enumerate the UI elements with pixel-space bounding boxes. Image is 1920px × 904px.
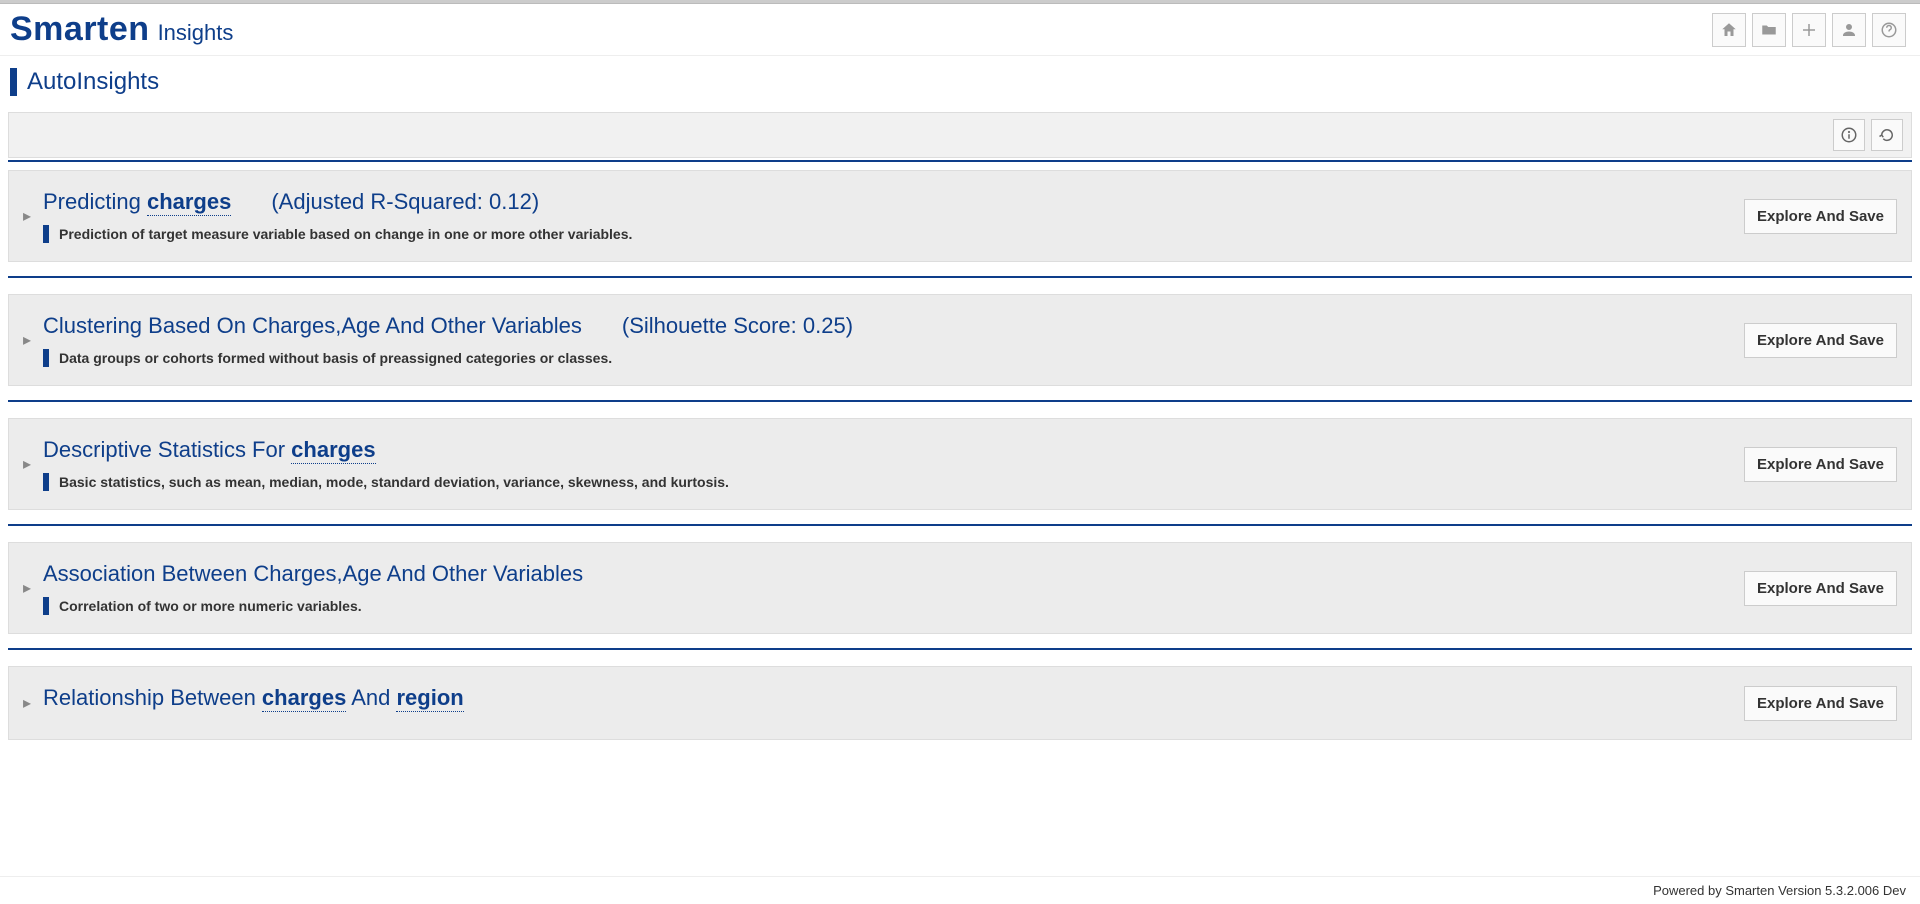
page-title: AutoInsights — [27, 68, 159, 96]
info-button[interactable] — [1833, 119, 1865, 151]
header-actions — [1712, 13, 1906, 47]
card-divider — [8, 524, 1912, 526]
toolbar — [8, 112, 1912, 158]
card-title-row: Association Between Charges,Age And Othe… — [43, 561, 1730, 587]
card-title: Predicting charges — [43, 189, 231, 215]
card-desc: Basic statistics, such as mean, median, … — [59, 474, 729, 490]
expand-toggle[interactable]: ▸ — [17, 206, 37, 226]
card-title: Clustering Based On Charges,Age And Othe… — [43, 313, 582, 339]
folder-icon — [1760, 21, 1778, 39]
expand-toggle[interactable]: ▸ — [17, 454, 37, 474]
card-desc-row: Data groups or cohorts formed without ba… — [43, 349, 1730, 367]
explore-and-save-button[interactable]: Explore And Save — [1744, 323, 1897, 358]
desc-accent — [43, 225, 49, 243]
home-icon — [1720, 21, 1738, 39]
card-desc: Prediction of target measure variable ba… — [59, 226, 632, 242]
card-body: Descriptive Statistics For charges Basic … — [37, 437, 1730, 491]
page-title-row: AutoInsights — [0, 56, 1920, 112]
expand-toggle[interactable]: ▸ — [17, 578, 37, 598]
title-text: Descriptive Statistics For — [43, 437, 291, 462]
card-desc-row: Correlation of two or more numeric varia… — [43, 597, 1730, 615]
card-title-row: Relationship Between charges And region — [43, 685, 1730, 711]
card-body: Predicting charges (Adjusted R-Squared: 0… — [37, 189, 1730, 243]
card-title: Association Between Charges,Age And Othe… — [43, 561, 583, 587]
insight-card: ▸ Clustering Based On Charges,Age And Oth… — [8, 294, 1912, 386]
refresh-icon — [1878, 126, 1896, 144]
insight-card: ▸ Association Between Charges,Age And Oth… — [8, 542, 1912, 634]
title-text: Predicting — [43, 189, 147, 214]
info-icon — [1840, 126, 1858, 144]
title-text: Clustering Based On Charges,Age And Othe… — [43, 313, 582, 338]
title-text: Relationship Between — [43, 685, 262, 710]
card-divider — [8, 276, 1912, 278]
title-variable: charges — [291, 437, 375, 464]
card-title-row: Clustering Based On Charges,Age And Othe… — [43, 313, 1730, 339]
card-body: Association Between Charges,Age And Othe… — [37, 561, 1730, 615]
title-text: Association Between Charges,Age And Othe… — [43, 561, 583, 586]
expand-toggle[interactable]: ▸ — [17, 330, 37, 350]
new-button[interactable] — [1792, 13, 1826, 47]
card-desc: Correlation of two or more numeric varia… — [59, 598, 362, 614]
explore-and-save-button[interactable]: Explore And Save — [1744, 199, 1897, 234]
explore-and-save-button[interactable]: Explore And Save — [1744, 686, 1897, 721]
help-icon — [1880, 21, 1898, 39]
title-text: And — [346, 685, 396, 710]
explore-and-save-button[interactable]: Explore And Save — [1744, 447, 1897, 482]
card-stat: (Adjusted R-Squared: 0.12) — [271, 189, 539, 215]
page-title-accent — [10, 68, 17, 96]
help-button[interactable] — [1872, 13, 1906, 47]
open-button[interactable] — [1752, 13, 1786, 47]
card-divider — [8, 400, 1912, 402]
user-button[interactable] — [1832, 13, 1866, 47]
title-variable: region — [396, 685, 463, 712]
card-title-row: Predicting charges (Adjusted R-Squared: 0… — [43, 189, 1730, 215]
explore-and-save-button[interactable]: Explore And Save — [1744, 571, 1897, 606]
insight-card: ▸ Descriptive Statistics For charges Basic… — [8, 418, 1912, 510]
expand-toggle[interactable]: ▸ — [17, 693, 37, 713]
home-button[interactable] — [1712, 13, 1746, 47]
plus-icon — [1800, 21, 1818, 39]
card-title: Descriptive Statistics For charges — [43, 437, 376, 463]
desc-accent — [43, 597, 49, 615]
insights-list[interactable]: ▸ Predicting charges (Adjusted R-Squared: … — [8, 162, 1912, 876]
card-body: Relationship Between charges And region — [37, 685, 1730, 721]
card-stat: (Silhouette Score: 0.25) — [622, 313, 853, 339]
refresh-button[interactable] — [1871, 119, 1903, 151]
card-divider — [8, 648, 1912, 650]
card-title-row: Descriptive Statistics For charges — [43, 437, 1730, 463]
user-icon — [1840, 21, 1858, 39]
insight-card: ▸ Predicting charges (Adjusted R-Squared: … — [8, 170, 1912, 262]
app-header: Smarten Insights — [0, 4, 1920, 56]
title-variable: charges — [147, 189, 231, 216]
footer: Powered by Smarten Version 5.3.2.006 Dev — [0, 876, 1920, 904]
brand: Smarten Insights — [10, 10, 233, 49]
card-desc-row: Basic statistics, such as mean, median, … — [43, 473, 1730, 491]
card-body: Clustering Based On Charges,Age And Othe… — [37, 313, 1730, 367]
brand-main: Smarten — [10, 10, 150, 49]
card-desc-row: Prediction of target measure variable ba… — [43, 225, 1730, 243]
footer-text: Powered by Smarten Version 5.3.2.006 Dev — [1653, 883, 1906, 898]
title-variable: charges — [262, 685, 346, 712]
brand-sub: Insights — [158, 20, 234, 46]
desc-accent — [43, 473, 49, 491]
desc-accent — [43, 349, 49, 367]
card-desc: Data groups or cohorts formed without ba… — [59, 350, 612, 366]
insight-card: ▸ Relationship Between charges And region… — [8, 666, 1912, 740]
card-title: Relationship Between charges And region — [43, 685, 464, 711]
